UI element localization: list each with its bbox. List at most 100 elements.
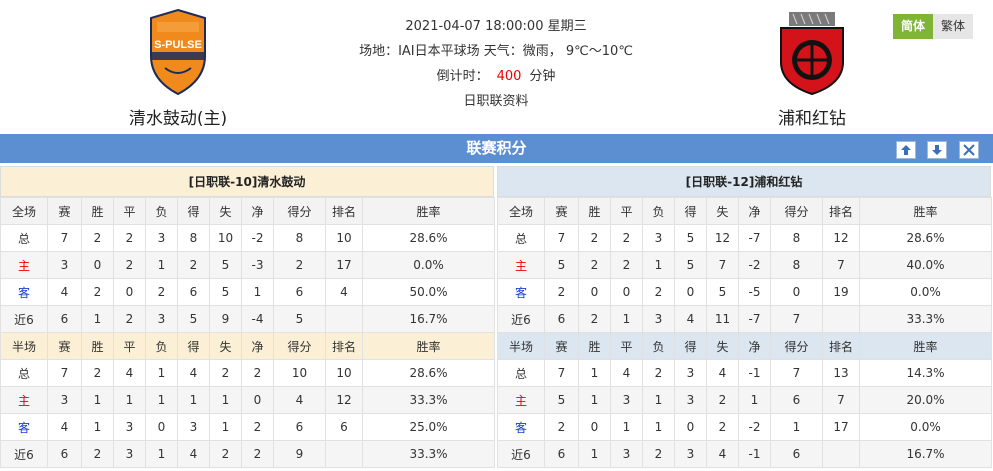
cell-won: 2 [578, 224, 611, 252]
cell-lost: 1 [642, 413, 675, 441]
cell-won: 2 [81, 440, 114, 468]
cell-lost: 3 [642, 305, 675, 333]
cell-win-rate: 40.0% [859, 251, 992, 279]
cell-goals-for: 5 [177, 305, 210, 333]
table-row: 总 7 2 2 3 5 12 -7 8 12 28.6% [497, 224, 992, 252]
cell-drawn: 2 [113, 224, 146, 252]
table-row: 近6 6 1 2 3 5 9 -4 5 16.7% [0, 305, 495, 333]
table-row: 近6 6 2 1 3 4 11 -7 7 33.3% [497, 305, 992, 333]
cell-drawn: 2 [610, 251, 643, 279]
away-full-header-row: 全场 赛 胜 平 负 得 失 净 得分 排名 胜率 [497, 197, 992, 225]
col-drawn: 平 [113, 332, 146, 360]
cell-drawn: 3 [113, 413, 146, 441]
away-team-name[interactable]: 浦和红钻 [732, 104, 892, 129]
traditional-chinese-button[interactable]: 繁体 [933, 14, 973, 39]
cell-points: 6 [273, 278, 326, 306]
close-button[interactable] [959, 141, 979, 159]
cell-lost: 2 [642, 440, 675, 468]
cell-goals-for: 0 [674, 413, 707, 441]
cell-rank [325, 440, 363, 468]
cell-won: 1 [578, 359, 611, 387]
cell-goals-for: 3 [177, 413, 210, 441]
move-up-button[interactable] [896, 141, 916, 159]
cell-played: 2 [544, 413, 579, 441]
table-row: 主 5 1 3 1 3 2 1 6 7 20.0% [497, 386, 992, 414]
cell-goal-diff: 2 [241, 359, 274, 387]
cell-rank: 17 [325, 251, 363, 279]
cell-points: 8 [770, 251, 823, 279]
cell-points: 6 [770, 386, 823, 414]
col-goals-for: 得 [674, 197, 707, 225]
cell-row-label: 总 [0, 224, 48, 252]
cell-points: 0 [770, 278, 823, 306]
home-team-name[interactable]: 清水鼓动(主) [98, 104, 258, 129]
cell-points: 7 [770, 305, 823, 333]
cell-points: 5 [273, 305, 326, 333]
away-half-rows: 总 7 1 4 2 3 4 -1 7 13 14.3% 主 5 1 3 1 3 2 1 6 7 20.0% 客 2 0 1 1 0 2-… [497, 359, 992, 468]
cell-win-rate: 16.7% [362, 305, 495, 333]
table-row: 客 2 0 0 2 0 5 -5 0 19 0.0% [497, 278, 992, 306]
cell-rank [325, 305, 363, 333]
cell-lost: 2 [642, 359, 675, 387]
cell-row-label: 近6 [0, 305, 48, 333]
cell-win-rate: 33.3% [859, 305, 992, 333]
col-won: 胜 [578, 332, 611, 360]
cell-row-label: 客 [0, 278, 48, 306]
away-standings-panel: [日职联-12]浦和红钻 全场 赛 胜 平 负 得 失 净 得分 排名 胜率 总… [497, 166, 992, 468]
match-countdown: 倒计时： 400 分钟 [296, 64, 696, 89]
cell-row-label: 客 [497, 413, 545, 441]
cell-goals-for: 2 [177, 251, 210, 279]
col-win-rate: 胜率 [859, 332, 992, 360]
cell-goal-diff: -7 [738, 224, 771, 252]
cell-points: 9 [273, 440, 326, 468]
cell-played: 7 [47, 359, 82, 387]
table-row: 客 4 1 3 0 3 1 2 6 6 25.0% [0, 413, 495, 441]
cell-row-label: 客 [497, 278, 545, 306]
col-goals-for: 得 [674, 332, 707, 360]
cell-goal-diff: 1 [738, 386, 771, 414]
cell-played: 3 [47, 251, 82, 279]
arrow-up-icon [901, 145, 911, 155]
cell-won: 1 [81, 386, 114, 414]
cell-rank: 13 [822, 359, 860, 387]
cell-goal-diff: -5 [738, 278, 771, 306]
cell-drawn: 4 [610, 359, 643, 387]
cell-lost: 1 [145, 251, 178, 279]
cell-row-label: 主 [497, 251, 545, 279]
table-row: 客 4 2 0 2 6 5 1 6 4 50.0% [0, 278, 495, 306]
cell-goals-against: 5 [209, 278, 242, 306]
col-rank: 排名 [822, 332, 860, 360]
cell-rank [822, 305, 860, 333]
cell-lost: 0 [145, 413, 178, 441]
cell-goals-against: 9 [209, 305, 242, 333]
col-win-rate: 胜率 [362, 332, 495, 360]
cell-won: 2 [578, 305, 611, 333]
cell-goals-against: 7 [706, 251, 739, 279]
cell-lost: 3 [145, 224, 178, 252]
home-half-header-row: 半场 赛 胜 平 负 得 失 净 得分 排名 胜率 [0, 332, 495, 360]
cell-win-rate: 20.0% [859, 386, 992, 414]
cell-drawn: 3 [610, 386, 643, 414]
move-down-button[interactable] [927, 141, 947, 159]
full-time-label: 全场 [497, 197, 545, 225]
col-won: 胜 [81, 197, 114, 225]
cell-rank: 7 [822, 251, 860, 279]
away-team[interactable]: 浦和红钻 [732, 8, 892, 129]
cell-rank [822, 440, 860, 468]
match-datetime: 2021-04-07 18:00:00 星期三 [405, 19, 587, 34]
match-header: S-PULSE 清水鼓动(主) 2021-04-07 18:00:00 星期三 … [0, 0, 993, 134]
cell-win-rate: 0.0% [859, 413, 992, 441]
table-row: 总 7 2 4 1 4 2 2 10 10 28.6% [0, 359, 495, 387]
cell-played: 4 [47, 278, 82, 306]
league-info-link[interactable]: 日职联资料 [296, 89, 696, 114]
table-row: 近6 6 2 3 1 4 2 2 9 33.3% [0, 440, 495, 468]
countdown-unit: 分钟 [529, 69, 556, 84]
home-team[interactable]: S-PULSE 清水鼓动(主) [98, 8, 258, 129]
cell-won: 1 [578, 440, 611, 468]
cell-goals-for: 4 [177, 359, 210, 387]
cell-played: 6 [47, 440, 82, 468]
simplified-chinese-button[interactable]: 简体 [893, 14, 933, 39]
col-lost: 负 [642, 197, 675, 225]
cell-drawn: 3 [113, 440, 146, 468]
home-standings-panel: [日职联-10]清水鼓动 全场 赛 胜 平 负 得 失 净 得分 排名 胜率 总… [0, 166, 495, 468]
